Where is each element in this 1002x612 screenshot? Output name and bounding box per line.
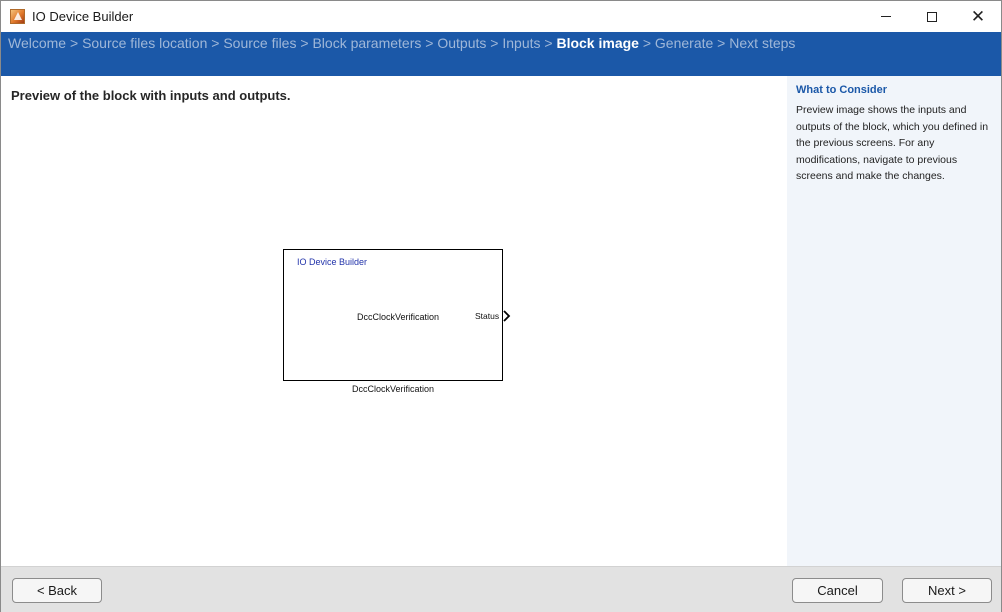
back-button[interactable]: < Back [12,578,102,603]
breadcrumb-separator: > [296,35,313,51]
breadcrumb-separator: > [207,35,224,51]
minimize-icon [881,16,891,17]
minimize-button[interactable] [863,1,909,32]
help-text: Preview image shows the inputs and outpu… [796,104,989,182]
breadcrumb-separator: > [486,35,503,51]
block-header: IO Device Builder [297,257,368,267]
breadcrumb-separator: > [540,35,557,51]
app-window: IO Device Builder ✕ Welcome > Source fil… [0,0,1002,612]
maximize-icon [927,11,937,22]
page-heading: Preview of the block with inputs and out… [11,88,291,103]
window-title: IO Device Builder [32,9,134,24]
breadcrumb-separator: > [66,35,83,51]
cancel-button[interactable]: Cancel [792,578,883,603]
breadcrumb-separator: > [421,35,438,51]
breadcrumb-item-block-image: Block image [556,35,639,51]
breadcrumb-item-source-files: Source files [223,35,297,51]
help-title: What to Consider [796,84,888,96]
main-content: Preview of the block with inputs and out… [1,76,787,566]
breadcrumb-item-outputs: Outputs [437,35,487,51]
breadcrumb-item-next-steps: Next steps [729,35,796,51]
block-preview: IO Device Builder DccClockVerification S… [283,249,511,381]
block-name: DccClockVerification [357,312,440,322]
output-port-label: Status [475,311,500,321]
breadcrumb-bar: Welcome > Source files location > Source… [1,32,1001,76]
close-icon: ✕ [970,7,986,26]
breadcrumb-item-welcome: Welcome [8,35,67,51]
maximize-button[interactable] [909,1,955,32]
output-port-arrow-icon [503,310,511,322]
breadcrumb-item-inputs: Inputs [502,35,541,51]
breadcrumb-item-source-files-location: Source files location [82,35,208,51]
close-button[interactable]: ✕ [955,1,1001,32]
breadcrumb-item-generate: Generate [654,35,714,51]
breadcrumb-separator: > [638,35,655,51]
breadcrumb-item-block-parameters: Block parameters [312,35,422,51]
block-caption: DccClockVerification [352,384,435,394]
next-button[interactable]: Next > [902,578,992,603]
help-panel: What to Consider Preview image shows the… [787,76,1001,566]
matlab-icon [10,9,25,24]
breadcrumb-separator: > [713,35,730,51]
footer-bar: < Back Cancel Next > [1,566,1001,612]
breadcrumb: Welcome > Source files location > Source… [8,35,795,51]
title-bar: IO Device Builder ✕ [1,1,1001,32]
